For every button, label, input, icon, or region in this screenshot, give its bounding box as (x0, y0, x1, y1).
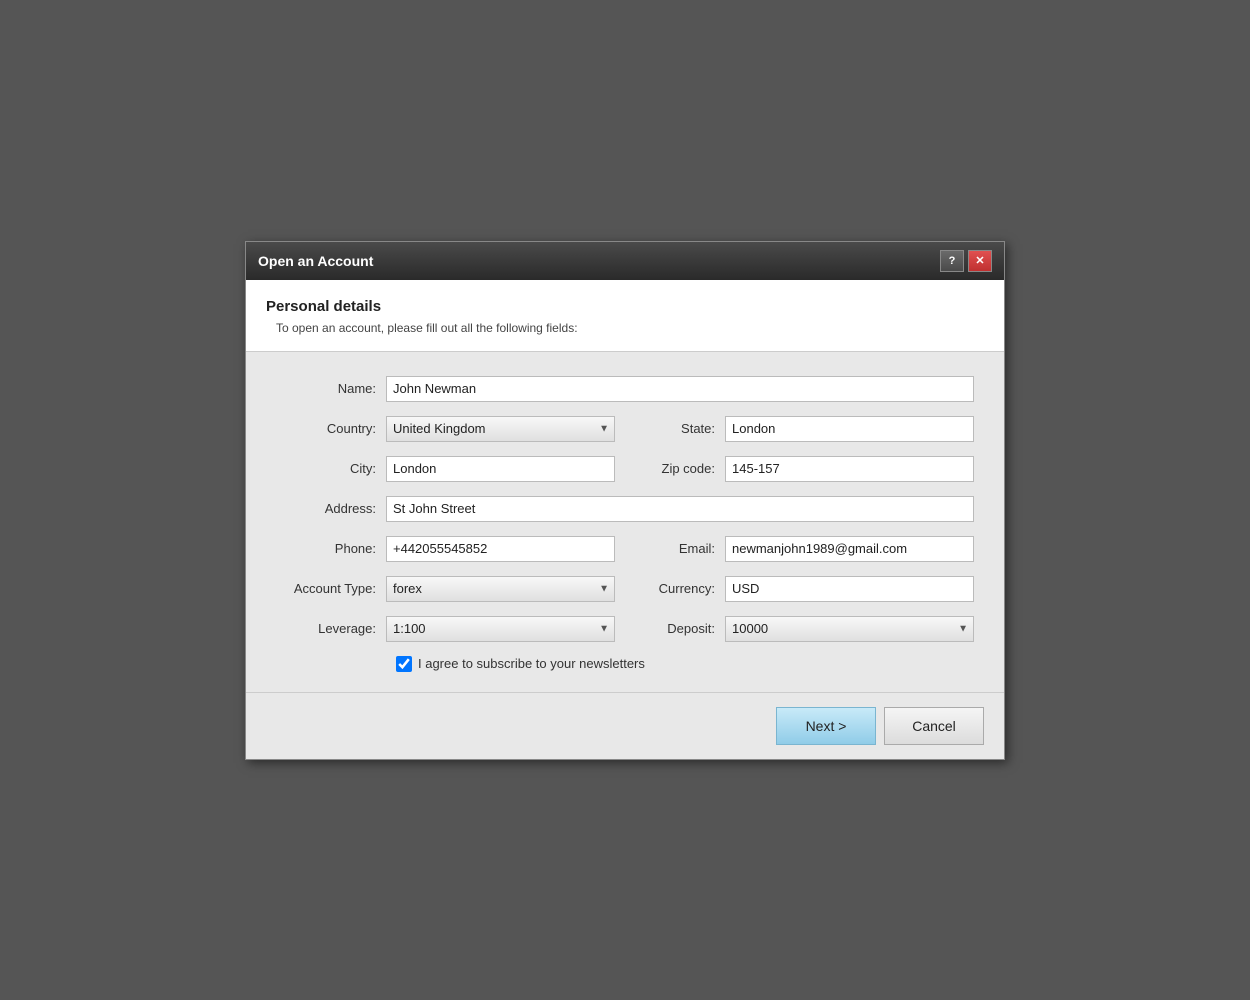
phone-input[interactable] (386, 536, 615, 562)
email-label: Email: (635, 541, 725, 556)
dialog: Open an Account ? ✕ Personal details To … (245, 241, 1005, 760)
help-button[interactable]: ? (940, 250, 964, 272)
state-group: State: (635, 416, 974, 442)
newsletter-row: I agree to subscribe to your newsletters (396, 656, 974, 672)
city-label: City: (276, 461, 386, 476)
leverage-select-wrapper: 1:1 1:10 1:50 1:100 1:200 1:500 ▼ (386, 616, 615, 642)
country-select-wrapper: United Kingdom United States Germany Fra… (386, 416, 615, 442)
account-type-label: Account Type: (276, 581, 386, 596)
cancel-button[interactable]: Cancel (884, 707, 984, 745)
phone-email-row: Phone: Email: (276, 536, 974, 562)
header-subtitle: To open an account, please fill out all … (276, 321, 984, 335)
address-label: Address: (276, 501, 386, 516)
currency-input[interactable] (725, 576, 974, 602)
name-row: Name: (276, 376, 974, 402)
title-bar-left: Open an Account (258, 253, 373, 269)
phone-label: Phone: (276, 541, 386, 556)
account-type-select[interactable]: forex stocks crypto (386, 576, 615, 602)
deposit-select-wrapper: 1000 5000 10000 25000 50000 ▼ (725, 616, 974, 642)
footer-section: Next > Cancel (246, 693, 1004, 759)
state-input[interactable] (725, 416, 974, 442)
zip-group: Zip code: (635, 456, 974, 482)
form-section: Name: Country: United Kingdom United Sta… (246, 352, 1004, 693)
country-group: Country: United Kingdom United States Ge… (276, 416, 615, 442)
country-select[interactable]: United Kingdom United States Germany Fra… (386, 416, 615, 442)
city-input[interactable] (386, 456, 615, 482)
leverage-label: Leverage: (276, 621, 386, 636)
name-input[interactable] (386, 376, 974, 402)
phone-group: Phone: (276, 536, 615, 562)
header-section: Personal details To open an account, ple… (246, 280, 1004, 352)
currency-group: Currency: (635, 576, 974, 602)
next-button[interactable]: Next > (776, 707, 876, 745)
leverage-select[interactable]: 1:1 1:10 1:50 1:100 1:200 1:500 (386, 616, 615, 642)
email-group: Email: (635, 536, 974, 562)
dialog-title: Open an Account (258, 253, 373, 269)
city-group: City: (276, 456, 615, 482)
name-label: Name: (276, 381, 386, 396)
newsletter-checkbox[interactable] (396, 656, 412, 672)
account-currency-row: Account Type: forex stocks crypto ▼ Curr… (276, 576, 974, 602)
deposit-select[interactable]: 1000 5000 10000 25000 50000 (725, 616, 974, 642)
account-type-select-wrapper: forex stocks crypto ▼ (386, 576, 615, 602)
leverage-deposit-row: Leverage: 1:1 1:10 1:50 1:100 1:200 1:50… (276, 616, 974, 642)
city-zip-row: City: Zip code: (276, 456, 974, 482)
country-state-row: Country: United Kingdom United States Ge… (276, 416, 974, 442)
close-button[interactable]: ✕ (968, 250, 992, 272)
currency-label: Currency: (635, 581, 725, 596)
address-input[interactable] (386, 496, 974, 522)
account-type-group: Account Type: forex stocks crypto ▼ (276, 576, 615, 602)
zipcode-label: Zip code: (635, 461, 725, 476)
leverage-group: Leverage: 1:1 1:10 1:50 1:100 1:200 1:50… (276, 616, 615, 642)
email-input[interactable] (725, 536, 974, 562)
deposit-group: Deposit: 1000 5000 10000 25000 50000 ▼ (635, 616, 974, 642)
state-label: State: (635, 421, 725, 436)
zipcode-input[interactable] (725, 456, 974, 482)
address-row: Address: (276, 496, 974, 522)
title-bar-controls: ? ✕ (940, 250, 992, 272)
title-bar: Open an Account ? ✕ (246, 242, 1004, 280)
deposit-label: Deposit: (635, 621, 725, 636)
newsletter-label: I agree to subscribe to your newsletters (418, 656, 645, 671)
header-title: Personal details (266, 298, 984, 315)
country-label: Country: (276, 421, 386, 436)
